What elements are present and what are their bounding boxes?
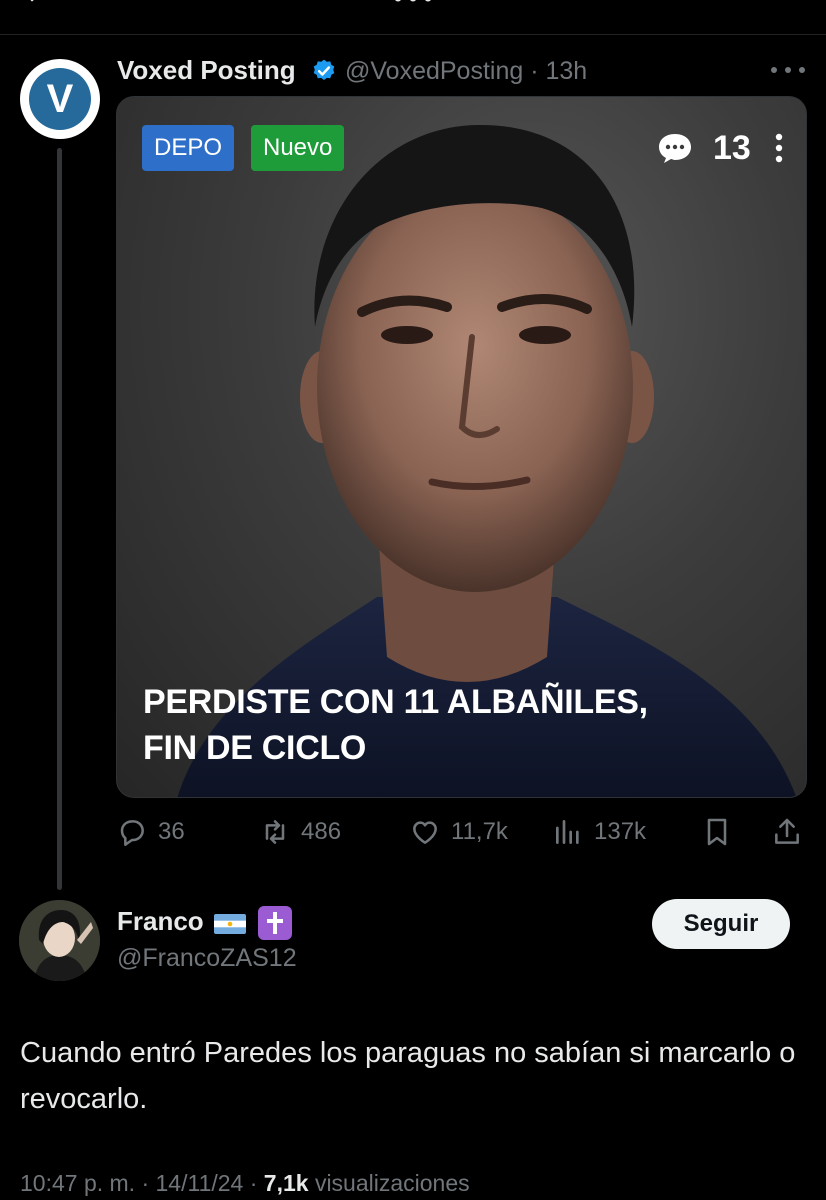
- tweet-date[interactable]: p. m. · 14/11/24 ·: [84, 1170, 257, 1196]
- headline-line-1: PERDISTE CON 11 ALBAÑILES,: [143, 683, 648, 721]
- view-count: 7,1k: [263, 1170, 309, 1196]
- tweet-text: Cuando entró Paredes los paraguas no sab…: [20, 1037, 796, 1115]
- reply-button[interactable]: 36: [116, 812, 185, 852]
- kebab-menu-icon: [775, 133, 783, 163]
- author-handle[interactable]: @VoxedPosting · 13h: [345, 57, 587, 86]
- nuevo-badge: Nuevo: [251, 125, 345, 171]
- author-name[interactable]: Voxed Posting: [117, 55, 296, 86]
- avatar-letter: V: [29, 68, 91, 130]
- heart-icon: [413, 821, 437, 844]
- headline-line-2: FIN DE CICLO: [143, 729, 367, 767]
- verified-badge-icon: [313, 59, 335, 80]
- repost-button[interactable]: 486: [259, 812, 341, 852]
- image-headline: PERDISTE CON 11 ALBAÑILES, FIN DE CICLO: [143, 679, 783, 771]
- thread-line: [57, 148, 62, 890]
- share-button[interactable]: [771, 812, 803, 852]
- reply-count: 36: [158, 818, 185, 845]
- more-options-icon[interactable]: [770, 66, 806, 74]
- views-button[interactable]: 137k: [552, 812, 646, 852]
- top-bar: [0, 0, 826, 35]
- more-icon[interactable]: [390, 0, 436, 4]
- views-count: 137k: [594, 818, 647, 845]
- repost-icon: [265, 820, 285, 844]
- like-button[interactable]: 11,7k: [409, 812, 508, 852]
- anime-avatar-illustration: [19, 900, 100, 981]
- tweet-actions: 36 486 11,7k 137k: [116, 812, 806, 852]
- reply-avatar[interactable]: [19, 900, 100, 981]
- cross-emoji-icon: [258, 906, 292, 940]
- tweet-metadata: 10:47 p. m. · 14/11/24 · 7,1k visualizac…: [20, 1170, 470, 1197]
- argentina-flag-icon: [214, 914, 246, 934]
- bookmark-button[interactable]: [701, 812, 733, 852]
- reply-icon: [120, 820, 144, 846]
- views-chart-icon: [556, 820, 579, 844]
- repost-count: 486: [301, 818, 342, 845]
- share-icon: [775, 818, 799, 844]
- tweet-time[interactable]: 10:47: [20, 1170, 78, 1196]
- follow-button[interactable]: Seguir: [652, 899, 790, 949]
- reply-author-handle[interactable]: @FrancoZAS12: [117, 944, 297, 973]
- views-label: visualizaciones: [314, 1170, 470, 1196]
- avatar[interactable]: V: [20, 59, 100, 139]
- speech-bubble-icon: [659, 134, 691, 163]
- back-arrow-icon[interactable]: [26, 0, 46, 10]
- depo-badge: DEPO: [142, 125, 235, 171]
- reply-author-name[interactable]: Franco: [117, 906, 204, 937]
- tweet-image[interactable]: DEPO Nuevo 13 PERDISTE CON 11 ALBAÑILES,…: [116, 96, 807, 798]
- comment-count: 13: [713, 129, 751, 167]
- bookmark-icon: [707, 818, 727, 846]
- like-count: 11,7k: [451, 818, 508, 845]
